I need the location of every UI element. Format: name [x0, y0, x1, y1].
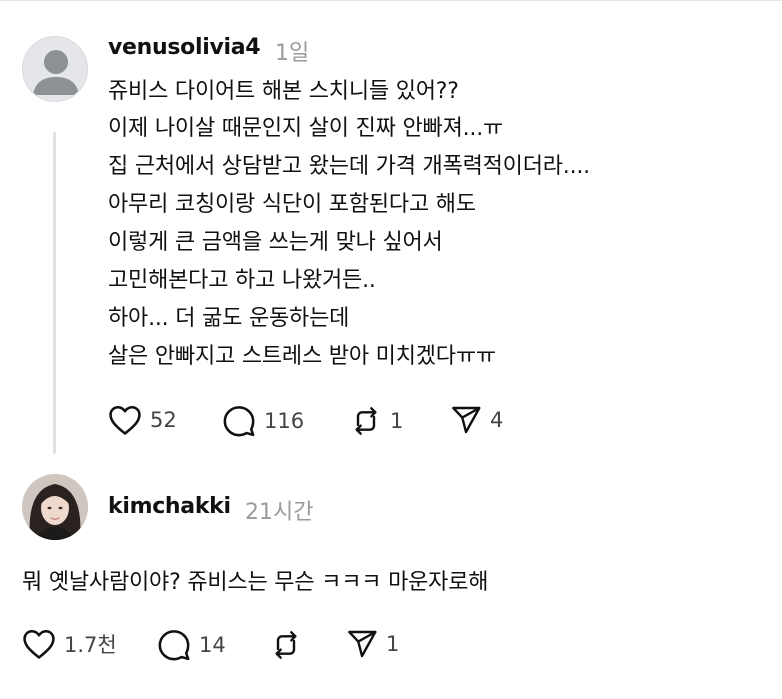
post-text-line: 살은 안빠지고 스트레스 받아 미치겠다ㅠㅠ — [108, 344, 496, 369]
profile-photo — [22, 474, 88, 540]
repost-count: 1 — [390, 409, 404, 433]
reply-text: 뭐 옛날사람이야? 쥬비스는 무슨 ㅋㅋㅋ 마운자로해 — [22, 570, 489, 595]
reply-username[interactable]: kimchakki — [108, 494, 231, 519]
repost-icon — [275, 631, 297, 659]
default-user-icon — [33, 50, 79, 95]
post-timestamp: 1일 — [275, 41, 310, 66]
like-count: 52 — [150, 408, 177, 432]
avatar[interactable] — [22, 474, 88, 540]
send-icon — [452, 406, 481, 434]
avatar[interactable] — [22, 36, 88, 102]
post-text-line: 쥬비스 다이어트 해본 스치니들 있어?? — [108, 79, 459, 104]
repost-button[interactable]: 1 — [350, 404, 403, 438]
share-button[interactable]: 1 — [346, 628, 399, 660]
like-button[interactable]: 52 — [108, 404, 177, 436]
comment-count: 14 — [199, 633, 226, 657]
repost-button[interactable] — [270, 628, 302, 662]
comment-button[interactable]: 14 — [157, 628, 226, 662]
post-text-line: 집 근처에서 상담받고 왔는데 가격 개폭력적이더라.... — [108, 154, 590, 179]
post-text-line: 이제 나이살 때문인지 살이 진짜 안빠져...ㅠ — [108, 116, 504, 141]
share-count: 4 — [490, 408, 504, 432]
comment-button[interactable]: 116 — [222, 404, 304, 438]
send-icon — [348, 630, 377, 658]
comment-bubble-icon — [158, 630, 190, 661]
post-text-line: 고민해본다고 하고 나왔거든.. — [108, 268, 376, 293]
share-count: 1 — [386, 632, 400, 656]
reply-timestamp: 21시간 — [245, 500, 314, 525]
heart-icon — [23, 629, 55, 659]
post-text-line: 이렇게 큰 금액을 쓰는게 맞나 싶어서 — [108, 230, 443, 255]
post-username[interactable]: venusolivia4 — [108, 35, 261, 60]
comment-bubble-icon — [223, 406, 255, 437]
heart-icon — [109, 405, 141, 435]
post-text-line: 아무리 코칭이랑 식단이 포함된다고 해도 — [108, 192, 476, 217]
comment-count: 116 — [264, 409, 305, 433]
thread-connector-line — [53, 132, 56, 454]
share-button[interactable]: 4 — [450, 404, 503, 436]
post-text-line: 하아... 더 굶도 운동하는데 — [108, 306, 350, 331]
repost-icon — [355, 407, 377, 435]
top-divider — [0, 0, 782, 1]
like-button[interactable]: 1.7천 — [22, 628, 117, 660]
like-count: 1.7천 — [64, 633, 117, 657]
